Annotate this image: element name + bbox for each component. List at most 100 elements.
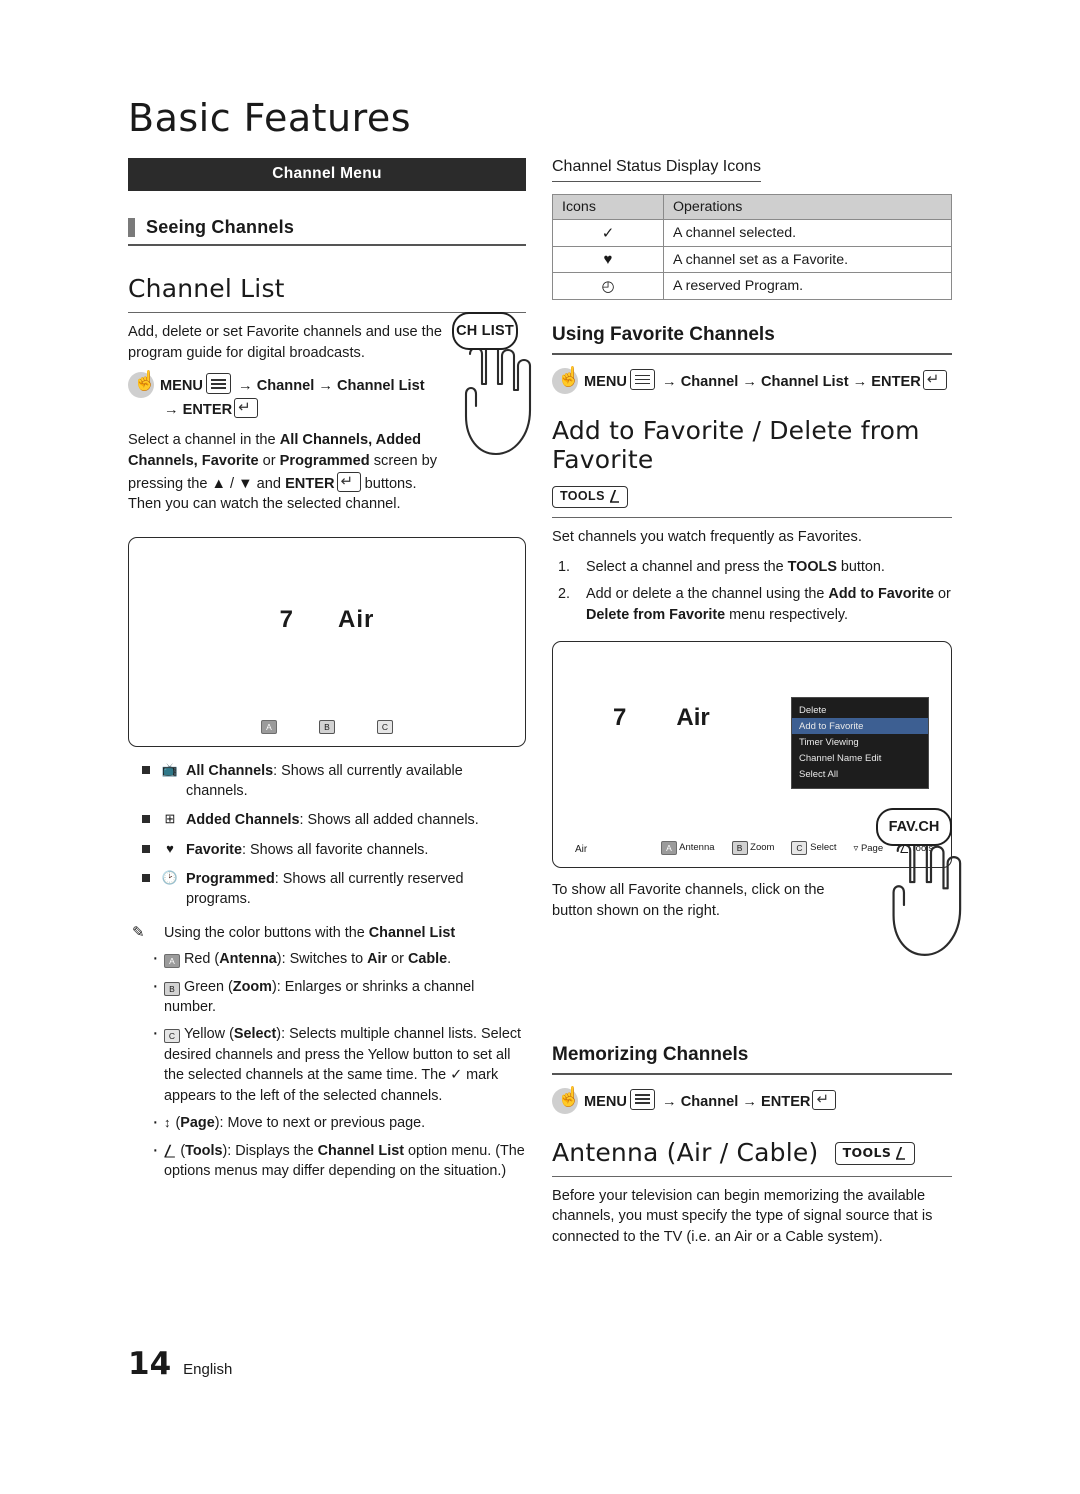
channel-menu-bar: Channel Menu [128, 158, 526, 191]
channel-list-label: Channel List [761, 374, 849, 390]
footer-key-zoom: B Zoom [731, 841, 774, 856]
press-hand-icon-3 [552, 1085, 581, 1114]
antenna-title: Antenna (Air / Cable) [552, 1137, 819, 1167]
paren: ( [225, 1026, 234, 1043]
popup-item-timer-viewing[interactable]: Timer Viewing [792, 734, 928, 750]
color-text: ): Displays the [222, 1142, 318, 1159]
footer-key-antenna: A Antenna [661, 841, 715, 856]
option-label: Added Channels [186, 812, 300, 829]
page-key-icon: ▿ [853, 842, 859, 854]
table-row: ✓ A channel selected. [552, 219, 952, 247]
menu-label: MENU [584, 374, 627, 390]
color-bold-2: Channel List [317, 1142, 405, 1159]
page-language: English [183, 1361, 233, 1378]
list-item: CYellow (Select): Selects multiple chann… [128, 1019, 526, 1106]
footer-key-label: Select [810, 842, 837, 854]
tools-chip-icon[interactable]: TOOLS ⎳ [552, 486, 629, 508]
table-row: ♥ A channel set as a Favorite. [552, 246, 952, 273]
note-text: Using the color buttons with the [164, 924, 369, 941]
channel-list-title: Channel List [128, 274, 526, 313]
sample2-channel-name: Air [676, 704, 710, 732]
status-icons-heading: Channel Status Display Icons [552, 158, 761, 182]
sample-screen-footer: A B C [129, 720, 525, 735]
red-key-icon: A [164, 954, 180, 969]
red-key-icon: A [661, 841, 677, 856]
list-item: 🕑 Programmed: Shows all currently reserv… [128, 869, 526, 909]
right-column: Channel Status Display Icons Icons Opera… [552, 158, 952, 1257]
enter-label: ENTER [761, 1093, 811, 1110]
channel-list-path: MENU → Channel → Channel List → ENTER [128, 369, 458, 421]
ch-list-button-art: CH LIST [452, 312, 552, 462]
memorizing-path: MENU → Channel → ENTER [552, 1085, 952, 1114]
seeing-channels-heading: Seeing Channels [128, 217, 526, 246]
popup-item-delete[interactable]: Delete [792, 702, 928, 718]
page-footer: 14 English [128, 1346, 232, 1382]
menu-label: MENU [584, 1093, 627, 1110]
table-cell-operation: A channel selected. [663, 219, 952, 247]
favorite-path: MENU → Channel → Channel List → ENTER [552, 365, 952, 394]
arrow-2: → [318, 378, 333, 395]
antenna-tools-chip[interactable]: TOOLS ⎳ [834, 1141, 915, 1165]
hand-pointing-icon-2 [892, 839, 962, 956]
list-item: Add or delete a the channel using the Ad… [552, 584, 952, 625]
step-mid: or [933, 586, 951, 603]
note-bold: Channel List [368, 924, 456, 941]
ch-list-button[interactable]: CH LIST [452, 312, 518, 350]
memorizing-channels-heading: Memorizing Channels [552, 1044, 952, 1075]
antenna-description: Before your television can begin memoriz… [552, 1187, 933, 1245]
tools-chip-label: TOOLS [560, 489, 605, 503]
list-item: 📺 All Channels: Shows all currently avai… [128, 761, 526, 801]
page-title: Basic Features [128, 96, 412, 140]
arrow-3: → [164, 402, 179, 419]
enter-icon [234, 397, 259, 419]
tools-glyph-icon: ⎳ [896, 1144, 906, 1160]
option-text: : Shows all added channels. [299, 812, 479, 829]
color-text: ): Move to next or previous page. [214, 1115, 426, 1132]
list-item: ↕(Page): Move to next or previous page. [128, 1108, 526, 1137]
paren: ( [224, 978, 233, 995]
heading-tick-icon [128, 218, 135, 237]
favorite-steps: Select a channel and press the TOOLS but… [552, 557, 952, 625]
color-bold-2: Air [367, 951, 388, 968]
enter-icon [812, 1089, 837, 1110]
color-name: Red [184, 951, 211, 968]
table-row: ◴ A reserved Program. [552, 272, 952, 300]
table-header-operations: Operations [663, 194, 952, 220]
color-bold: Tools [185, 1142, 223, 1159]
step-bold-2: Delete from Favorite [586, 606, 726, 623]
select-text-1: Select a channel in the [128, 432, 280, 449]
add-favorite-title: Add to Favorite / Delete from Favorite [552, 416, 920, 474]
step-bold: Add to Favorite [828, 586, 934, 603]
step-text: Add or delete a the channel using the [586, 586, 829, 603]
press-hand-icon [128, 369, 157, 399]
popup-item-channel-name-edit[interactable]: Channel Name Edit [792, 750, 928, 766]
seeing-channels-label: Seeing Channels [146, 217, 295, 237]
channel-list-label: Channel List [337, 378, 425, 395]
favorite-icon: ♥ [166, 840, 174, 856]
table-header-row: Icons Operations [552, 194, 952, 220]
sample-channel-number: 7 [279, 606, 294, 634]
color-text: ): Switches to [276, 951, 368, 968]
fav-ch-button[interactable]: FAV.CH [876, 808, 952, 846]
list-item: ⊞ Added Channels: Shows all added channe… [128, 810, 526, 830]
tools-popup-menu[interactable]: Delete Add to Favorite Timer Viewing Cha… [791, 697, 929, 790]
channel-label: Channel [680, 1093, 739, 1110]
color-bold: Select [233, 1026, 277, 1043]
option-text: : Shows all favorite channels. [241, 841, 429, 858]
channel-list-intro: Add, delete or set Favorite channels and… [128, 324, 442, 361]
using-favorite-heading: Using Favorite Channels [552, 324, 952, 355]
set-channels-text: Set channels you watch frequently as Fav… [552, 529, 862, 545]
channel-label: Channel [680, 374, 739, 390]
pencil-icon: ✎ [132, 923, 145, 941]
document-page: Basic Features Channel Menu Seeing Chann… [0, 0, 1080, 1494]
added-channels-icon: ⊞ [164, 811, 176, 827]
popup-item-select-all[interactable]: Select All [792, 766, 928, 782]
popup-item-add-to-favorite[interactable]: Add to Favorite [792, 718, 928, 735]
red-key-icon: A [261, 720, 277, 735]
arrow-1: → [662, 1093, 677, 1110]
enter-label: ENTER [871, 374, 921, 390]
press-hand-icon-2 [552, 365, 581, 394]
green-key-icon: B [731, 841, 748, 856]
list-item: A Red (Antenna): Switches to Air or Cable… [128, 944, 526, 973]
sample2-channel: 7 Air [613, 704, 710, 732]
